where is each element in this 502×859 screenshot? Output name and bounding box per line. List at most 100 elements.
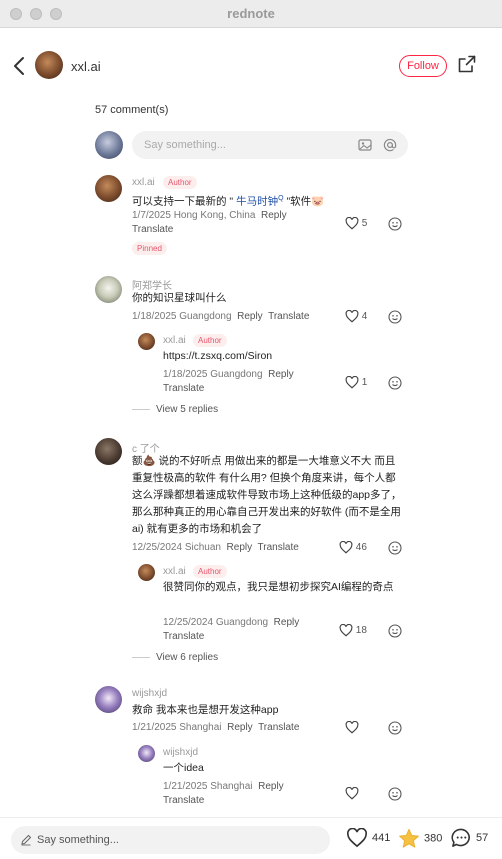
like-count: 5 <box>361 218 368 230</box>
bottom-action-bar: Say something... 441 380 57 <box>0 817 502 859</box>
reply-button[interactable]: Reply <box>274 617 300 628</box>
author-avatar[interactable] <box>35 51 63 79</box>
emoji-reaction-icon[interactable] <box>388 217 402 231</box>
follow-button[interactable]: Follow <box>399 55 447 77</box>
reply-meta: 1/18/2025 Guangdong Reply Translate <box>163 368 333 396</box>
comment-text: 额💩 说的不好听点 用做出来的都是一大堆意义不大 而且重复性极高的软件 有什么用… <box>132 455 402 535</box>
like-count: 4 <box>361 311 368 323</box>
post-like-count: 441 <box>372 831 391 844</box>
back-arrow-icon[interactable] <box>10 54 30 78</box>
post-collect-button[interactable]: 380 <box>398 828 442 849</box>
divider-line <box>132 408 150 410</box>
comment-input[interactable]: Say something... <box>132 131 408 159</box>
reply-button[interactable]: Reply <box>268 369 294 380</box>
bottom-comment-input[interactable]: Say something... <box>11 826 330 854</box>
reply-author-name[interactable]: xxl.ai <box>163 335 186 346</box>
author-badge: Author <box>193 334 227 347</box>
heart-icon <box>345 309 359 323</box>
comment-meta: 1/7/2025 Hong Kong, China Reply Translat… <box>132 209 332 237</box>
comment-input-placeholder: Say something... <box>144 139 226 151</box>
author-name[interactable]: xxl.ai <box>71 59 101 74</box>
topic-link[interactable]: 牛马时钟 <box>233 196 278 208</box>
like-count: 18 <box>355 625 367 637</box>
reply-button[interactable]: Reply <box>227 542 253 553</box>
translate-button[interactable]: Translate <box>163 383 204 394</box>
comment-date-location: 1/7/2025 Hong Kong, China <box>132 210 256 221</box>
mention-icon[interactable] <box>383 138 397 152</box>
reply-meta: 1/21/2025 Shanghai Reply Translate <box>163 780 333 808</box>
bottom-input-placeholder: Say something... <box>37 834 119 846</box>
heart-icon <box>347 827 367 848</box>
reply-button[interactable]: Reply <box>261 210 287 221</box>
commenter-avatar[interactable] <box>95 175 122 202</box>
like-button[interactable] <box>345 786 359 800</box>
commenter-name[interactable]: xxl.ai <box>132 177 155 188</box>
reply-author-name[interactable]: xxl.ai <box>163 566 186 577</box>
like-button[interactable]: 18 <box>339 623 367 637</box>
divider-line <box>132 656 150 658</box>
comment-text: 可以支持一下最新的 " 牛马时钟Q "软件🐷 <box>132 195 325 208</box>
reply-text: 很赞同你的观点，我只是想初步探究AI编程的奇点 <box>163 581 394 593</box>
reply-author-name[interactable]: wijshxjd <box>163 747 198 758</box>
author-badge: Author <box>193 565 227 578</box>
heart-icon <box>345 786 359 800</box>
emoji-reaction-icon[interactable] <box>388 541 402 555</box>
post-header: xxl.ai Follow <box>0 28 502 104</box>
translate-button[interactable]: Translate <box>163 631 204 642</box>
comment-text: 你的知识星球叫什么 <box>132 292 227 304</box>
reply-avatar[interactable] <box>138 745 155 762</box>
reply-date-location: 1/18/2025 Guangdong <box>163 369 263 380</box>
translate-button[interactable]: Translate <box>163 795 204 806</box>
reply-avatar[interactable] <box>138 564 155 581</box>
image-icon[interactable] <box>358 138 372 152</box>
reply-date-location: 12/25/2024 Guangdong <box>163 617 269 628</box>
reply-date-location: 1/21/2025 Shanghai <box>163 781 253 792</box>
like-button[interactable]: 4 <box>345 309 368 323</box>
post-comment-button[interactable]: 57 <box>451 828 488 848</box>
emoji-reaction-icon[interactable] <box>388 624 402 638</box>
comment-date-location: 12/25/2024 Sichuan <box>132 542 221 553</box>
reply-button[interactable]: Reply <box>258 781 284 792</box>
translate-button[interactable]: Translate <box>268 311 309 322</box>
like-button[interactable]: 1 <box>345 375 368 389</box>
commenter-name[interactable]: wijshxjd <box>132 688 167 699</box>
translate-button[interactable]: Translate <box>258 722 299 733</box>
translate-button[interactable]: Translate <box>132 224 173 235</box>
comment-date-location: 1/18/2025 Guangdong <box>132 311 232 322</box>
emoji-reaction-icon[interactable] <box>388 721 402 735</box>
reply-avatar[interactable] <box>138 333 155 350</box>
emoji-reaction-icon[interactable] <box>388 787 402 801</box>
commenter-avatar[interactable] <box>95 686 122 713</box>
view-replies-button[interactable]: View 6 replies <box>132 652 218 663</box>
comment-count: 57 comment(s) <box>95 104 169 116</box>
comment-meta: 1/18/2025 Guangdong Reply Translate <box>132 310 352 324</box>
post-comment-count: 57 <box>476 831 489 844</box>
window-titlebar: rednote <box>0 0 502 28</box>
share-icon[interactable] <box>458 55 476 73</box>
comment-meta: 1/21/2025 Shanghai Reply Translate <box>132 721 352 735</box>
like-button[interactable]: 46 <box>339 540 367 554</box>
translate-button[interactable]: Translate <box>258 542 299 553</box>
reply-text[interactable]: https://t.zsxq.com/Siron <box>163 348 363 365</box>
reply-button[interactable]: Reply <box>237 311 263 322</box>
emoji-reaction-icon[interactable] <box>388 310 402 324</box>
like-button[interactable] <box>345 720 359 734</box>
commenter-avatar[interactable] <box>95 438 122 465</box>
post-collect-count: 380 <box>424 832 443 845</box>
star-icon <box>399 828 419 848</box>
reply-text: 一个idea <box>163 762 204 774</box>
comment-text: 救命 我本来也是想开发这种app <box>132 704 279 716</box>
like-button[interactable]: 5 <box>345 216 368 230</box>
like-count: 1 <box>361 377 368 389</box>
comment-date-location: 1/21/2025 Shanghai <box>132 722 222 733</box>
reply-button[interactable]: Reply <box>227 722 253 733</box>
window-title: rednote <box>227 6 275 21</box>
heart-icon <box>345 375 359 389</box>
heart-icon <box>345 720 359 734</box>
current-user-avatar <box>95 131 123 159</box>
like-count: 46 <box>355 542 367 554</box>
post-like-button[interactable]: 441 <box>346 827 391 848</box>
view-replies-button[interactable]: View 5 replies <box>132 404 218 415</box>
emoji-reaction-icon[interactable] <box>388 376 402 390</box>
commenter-avatar[interactable] <box>95 276 122 303</box>
